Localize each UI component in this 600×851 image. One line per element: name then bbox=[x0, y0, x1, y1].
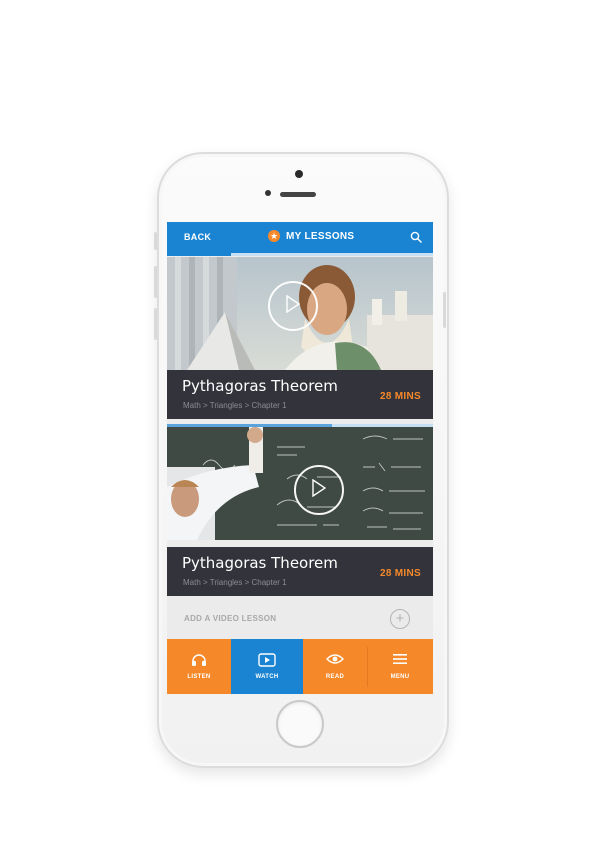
headphones-icon bbox=[192, 654, 206, 666]
hamburger-icon bbox=[393, 654, 407, 664]
front-camera-icon bbox=[295, 170, 303, 178]
lesson-info: Pythagoras Theorem Math > Triangles > Ch… bbox=[167, 370, 433, 419]
tab-menu[interactable]: MENU bbox=[367, 639, 433, 694]
tab-label: MENU bbox=[390, 674, 410, 680]
search-icon[interactable] bbox=[410, 231, 422, 243]
top-nav-bar: BACK ★ MY LESSONS bbox=[167, 222, 433, 253]
play-icon bbox=[286, 295, 300, 313]
lesson-breadcrumb: Math > Triangles > Chapter 1 bbox=[183, 578, 287, 587]
header-progress-bar bbox=[167, 253, 433, 256]
volume-down-button bbox=[154, 308, 157, 340]
add-video-lesson-label: ADD A VIDEO LESSON bbox=[184, 614, 277, 623]
app-screen: BACK ★ MY LESSONS Pythagoras Theorem Mat… bbox=[167, 222, 433, 694]
power-button bbox=[443, 292, 446, 328]
plus-circle-icon[interactable]: + bbox=[390, 609, 410, 629]
play-button[interactable] bbox=[268, 281, 318, 331]
page-title-group: ★ MY LESSONS bbox=[268, 230, 354, 242]
sensor-icon bbox=[265, 190, 271, 196]
lesson-title: Pythagoras Theorem bbox=[182, 377, 338, 395]
lesson-thumbnail[interactable] bbox=[167, 427, 433, 540]
lesson-info: Pythagoras Theorem Math > Triangles > Ch… bbox=[167, 547, 433, 596]
star-icon: ★ bbox=[268, 230, 280, 242]
lesson-breadcrumb: Math > Triangles > Chapter 1 bbox=[183, 401, 287, 410]
bottom-tab-bar: LISTEN WATCH READ MENU bbox=[167, 639, 433, 694]
eye-icon bbox=[326, 654, 344, 664]
lesson-duration: 28 MINS bbox=[379, 568, 421, 579]
header-progress-fill bbox=[167, 253, 231, 256]
mute-switch bbox=[154, 232, 157, 250]
add-video-lesson-row[interactable]: ADD A VIDEO LESSON + bbox=[167, 598, 433, 638]
volume-up-button bbox=[154, 266, 157, 298]
lesson-thumbnail[interactable] bbox=[167, 257, 433, 370]
tab-label: LISTEN bbox=[187, 674, 211, 680]
play-icon bbox=[312, 479, 326, 497]
play-button[interactable] bbox=[294, 465, 344, 515]
tab-read[interactable]: READ bbox=[303, 639, 367, 694]
home-button[interactable] bbox=[276, 700, 324, 748]
earpiece bbox=[280, 192, 316, 197]
tab-listen[interactable]: LISTEN bbox=[167, 639, 231, 694]
tab-label: READ bbox=[325, 674, 345, 680]
back-button[interactable]: BACK bbox=[184, 232, 211, 242]
tab-watch[interactable]: WATCH bbox=[231, 639, 303, 694]
tab-label: WATCH bbox=[255, 674, 279, 680]
lesson-title: Pythagoras Theorem bbox=[182, 554, 338, 572]
page-title: MY LESSONS bbox=[286, 230, 355, 242]
play-video-icon bbox=[258, 653, 276, 667]
lesson-duration: 28 MINS bbox=[379, 391, 421, 402]
